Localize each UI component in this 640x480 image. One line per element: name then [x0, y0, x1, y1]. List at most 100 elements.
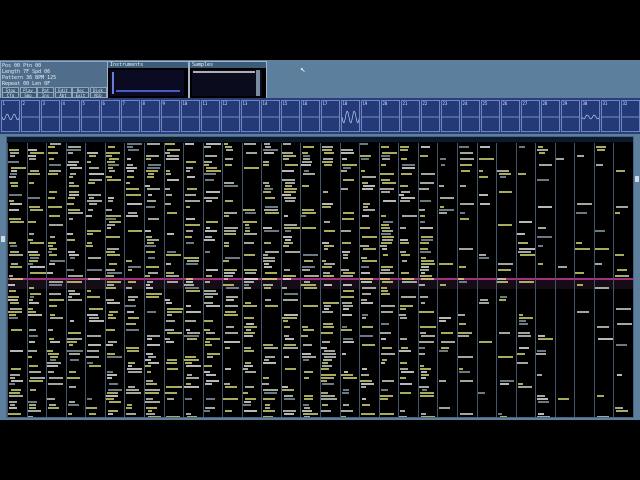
note-cell[interactable]	[49, 305, 57, 307]
note-cell[interactable]	[399, 377, 406, 379]
note-cell[interactable]	[361, 386, 366, 388]
note-cell[interactable]	[67, 269, 75, 271]
channel-scope[interactable]: 4	[60, 100, 80, 132]
note-cell[interactable]	[29, 260, 39, 262]
note-cell[interactable]	[321, 146, 334, 148]
note-cell[interactable]	[69, 359, 79, 361]
note-cell[interactable]	[184, 257, 199, 259]
note-cell[interactable]	[381, 380, 394, 382]
note-cell[interactable]	[303, 416, 310, 417]
note-cell[interactable]	[458, 371, 470, 373]
note-cell[interactable]	[577, 284, 583, 286]
note-cell[interactable]	[223, 383, 230, 385]
note-cell[interactable]	[166, 194, 173, 196]
note-cell[interactable]	[67, 341, 78, 343]
note-cell[interactable]	[146, 236, 152, 238]
channel-scope[interactable]: 9	[160, 100, 180, 132]
note-cell[interactable]	[360, 155, 371, 157]
note-cell[interactable]	[106, 218, 116, 220]
note-cell[interactable]	[126, 329, 140, 331]
note-cell[interactable]	[27, 173, 41, 175]
note-cell[interactable]	[497, 356, 514, 358]
channel-column[interactable]	[476, 143, 498, 417]
note-cell[interactable]	[363, 206, 369, 208]
note-cell[interactable]	[420, 278, 434, 280]
note-cell[interactable]	[106, 215, 121, 217]
note-cell[interactable]	[164, 392, 178, 394]
note-cell[interactable]	[615, 206, 628, 208]
note-cell[interactable]	[284, 368, 296, 370]
note-cell[interactable]	[47, 371, 54, 373]
note-cell[interactable]	[224, 341, 240, 343]
note-cell[interactable]	[303, 305, 318, 307]
note-cell[interactable]	[145, 245, 157, 247]
note-cell[interactable]	[497, 170, 509, 172]
note-cell[interactable]	[518, 146, 525, 148]
note-cell[interactable]	[47, 365, 59, 367]
note-cell[interactable]	[185, 320, 197, 322]
note-cell[interactable]	[556, 158, 565, 160]
note-cell[interactable]	[284, 239, 291, 241]
note-cell[interactable]	[304, 287, 318, 289]
note-cell[interactable]	[321, 266, 333, 268]
note-cell[interactable]	[303, 344, 312, 346]
note-cell[interactable]	[205, 221, 219, 223]
note-cell[interactable]	[147, 173, 154, 175]
note-cell[interactable]	[477, 392, 485, 394]
note-cell[interactable]	[265, 212, 279, 214]
note-cell[interactable]	[281, 170, 295, 172]
note-cell[interactable]	[224, 368, 232, 370]
note-cell[interactable]	[401, 164, 416, 166]
note-cell[interactable]	[421, 416, 436, 417]
note-cell[interactable]	[125, 407, 133, 409]
channel-column[interactable]	[574, 143, 595, 417]
note-cell[interactable]	[10, 170, 18, 172]
note-cell[interactable]	[264, 299, 272, 301]
note-cell[interactable]	[499, 380, 515, 382]
pattern-editor[interactable]	[6, 136, 634, 418]
note-cell[interactable]	[380, 272, 394, 274]
note-cell[interactable]	[418, 209, 425, 211]
note-cell[interactable]	[400, 371, 414, 373]
note-cell[interactable]	[301, 212, 316, 214]
note-cell[interactable]	[10, 182, 19, 184]
note-cell[interactable]	[88, 194, 101, 196]
note-cell[interactable]	[382, 239, 394, 241]
note-cell[interactable]	[263, 398, 275, 400]
note-cell[interactable]	[283, 278, 291, 280]
note-cell[interactable]	[28, 329, 36, 331]
note-cell[interactable]	[244, 350, 255, 352]
note-cell[interactable]	[67, 296, 72, 298]
note-cell[interactable]	[125, 188, 139, 190]
note-cell[interactable]	[381, 179, 391, 181]
channel-scope[interactable]: 29	[560, 100, 580, 132]
note-cell[interactable]	[147, 200, 156, 202]
note-cell[interactable]	[323, 350, 336, 352]
note-cell[interactable]	[186, 416, 197, 417]
note-cell[interactable]	[8, 299, 18, 301]
note-cell[interactable]	[616, 323, 632, 325]
note-cell[interactable]	[68, 251, 76, 253]
note-cell[interactable]	[106, 248, 119, 250]
note-cell[interactable]	[519, 347, 529, 349]
note-cell[interactable]	[382, 152, 398, 154]
note-cell[interactable]	[400, 146, 409, 148]
note-cell[interactable]	[596, 416, 609, 417]
channel-scope[interactable]: 26	[500, 100, 520, 132]
note-cell[interactable]	[381, 224, 390, 226]
note-cell[interactable]	[48, 407, 60, 409]
note-cell[interactable]	[264, 206, 279, 208]
note-cell[interactable]	[27, 221, 37, 223]
note-cell[interactable]	[264, 404, 271, 406]
note-cell[interactable]	[86, 245, 93, 247]
note-cell[interactable]	[10, 245, 18, 247]
note-cell[interactable]	[381, 215, 386, 217]
note-cell[interactable]	[164, 203, 172, 205]
note-cell[interactable]	[439, 380, 446, 382]
note-cell[interactable]	[108, 401, 121, 403]
note-cell[interactable]	[67, 149, 81, 151]
note-cell[interactable]	[186, 413, 191, 415]
note-cell[interactable]	[419, 269, 430, 271]
note-cell[interactable]	[243, 368, 249, 370]
note-cell[interactable]	[29, 377, 45, 379]
